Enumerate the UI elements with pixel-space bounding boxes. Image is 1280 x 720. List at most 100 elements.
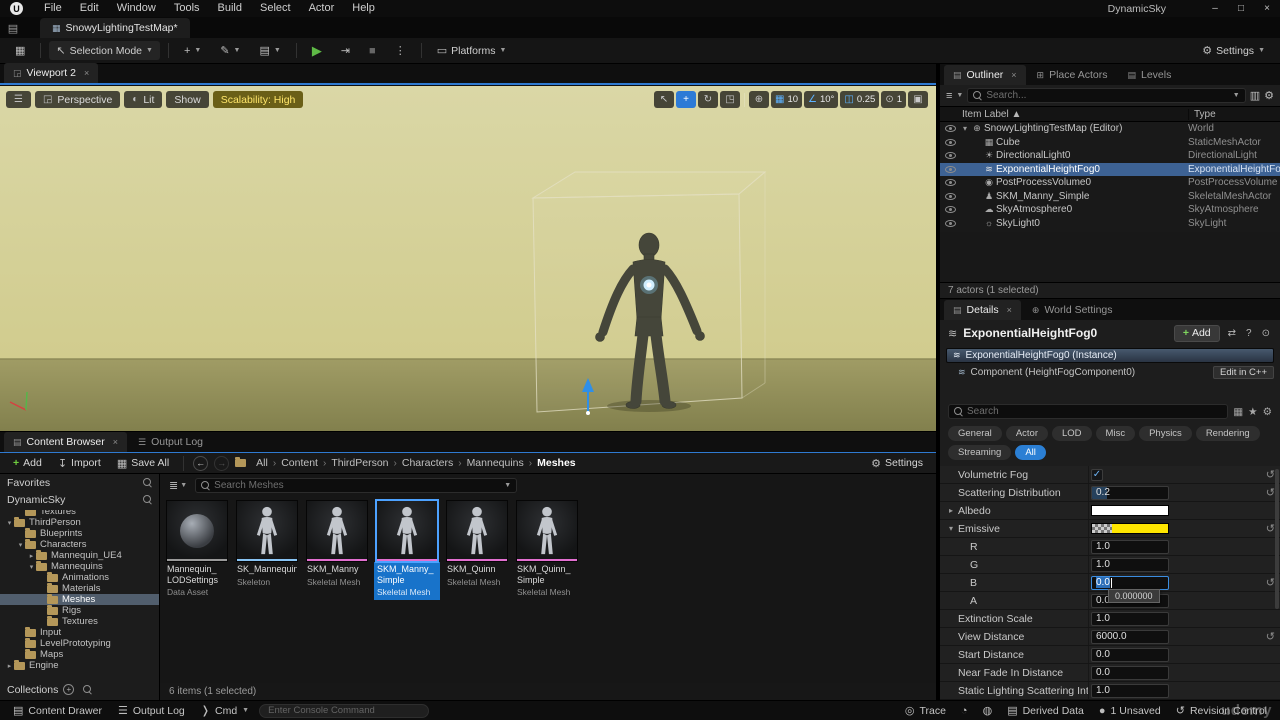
asset-card[interactable]: SKM_Manny_SimpleSkeletal Mesh	[374, 500, 440, 600]
world-local-toggle[interactable]: ⊕	[749, 91, 769, 108]
output-log-button[interactable]: ☰Output Log	[112, 703, 191, 719]
outliner-row[interactable]: ♟SKM_Manny_SimpleSkeletalMeshActor	[940, 190, 1280, 204]
breadcrumb-item[interactable]: Meshes	[537, 457, 576, 469]
number-field[interactable]: 1.0	[1091, 558, 1169, 572]
cmd-dropdown[interactable]: ❭Cmd▼	[195, 703, 255, 719]
grid-snap-toggle[interactable]: ▦10	[771, 91, 802, 108]
expander-icon[interactable]: ▾	[960, 124, 970, 133]
expander-icon[interactable]: ▸	[946, 506, 956, 515]
gear-icon[interactable]: ⚙	[1264, 89, 1274, 102]
reset-to-default-icon[interactable]: ↺	[1266, 522, 1275, 535]
visibility-eye-icon[interactable]	[945, 125, 956, 132]
visibility-eye-icon[interactable]	[945, 206, 956, 213]
item-label-column-header[interactable]: Item Label ▲	[962, 109, 1021, 120]
console-command-field[interactable]	[259, 704, 429, 718]
filter-icon[interactable]: ≡	[946, 90, 952, 102]
folder-tree-item[interactable]: ▾Mannequins	[0, 561, 159, 572]
select-tool-button[interactable]: ↖	[654, 91, 674, 108]
scalability-warning-button[interactable]: Scalability: High	[213, 91, 304, 108]
outliner-row[interactable]: ▾⊕SnowyLightingTestMap (Editor)World	[940, 122, 1280, 136]
editor-layout-icon[interactable]: ▤	[0, 18, 26, 38]
rotation-snap-value[interactable]: 10°	[820, 94, 834, 105]
scale-snap-value[interactable]: 0.25	[857, 94, 876, 105]
reset-to-default-icon[interactable]: ↺	[1266, 468, 1275, 481]
play-options-button[interactable]: ⋮	[388, 41, 413, 60]
panel-divider[interactable]	[936, 64, 938, 700]
number-field[interactable]: 1.0	[1091, 612, 1169, 626]
outliner-search[interactable]: ▼	[967, 88, 1245, 103]
expander-icon[interactable]: ▾	[27, 563, 36, 571]
tab-outliner[interactable]: ▤Outliner×	[944, 65, 1026, 85]
folder-tree-item[interactable]: Textures	[0, 510, 159, 517]
reset-to-default-icon[interactable]: ↺	[1266, 486, 1275, 499]
tab-place-actors[interactable]: ⊞Place Actors	[1028, 65, 1117, 85]
favorites-star-icon[interactable]: ★	[1248, 406, 1257, 418]
add-component-button[interactable]: +Add	[1174, 325, 1220, 342]
color-swatch[interactable]	[1091, 505, 1169, 516]
grid-snap-value[interactable]: 10	[787, 94, 798, 105]
category-filter-misc[interactable]: Misc	[1096, 426, 1136, 441]
tab-world-settings[interactable]: ⊕World Settings	[1023, 300, 1122, 320]
import-button[interactable]: ↧Import	[53, 455, 106, 472]
add-asset-button[interactable]: +Add	[8, 455, 47, 472]
grid-view-icon[interactable]: ▦	[1233, 406, 1243, 418]
expander-icon[interactable]: ▾	[16, 541, 25, 549]
category-filter-actor[interactable]: Actor	[1006, 426, 1048, 441]
content-browser-settings-button[interactable]: ⚙Settings	[866, 455, 928, 472]
folder-tree-item[interactable]: ▾ThirdPerson	[0, 517, 159, 528]
folder-tree-item[interactable]: Textures	[0, 616, 159, 627]
visibility-eye-icon[interactable]	[945, 193, 956, 200]
minimize-button[interactable]: –	[1202, 0, 1228, 17]
view-mode-dropdown[interactable]: ◐Lit	[124, 91, 162, 108]
category-filter-streaming[interactable]: Streaming	[948, 445, 1011, 460]
number-field[interactable]: 0.2	[1091, 486, 1169, 500]
breadcrumb-item[interactable]: Content	[281, 457, 318, 469]
view-options-icon[interactable]: ▥	[1250, 89, 1260, 102]
expander-icon[interactable]: ▾	[5, 519, 14, 527]
asset-card[interactable]: SK_MannequinSkeleton	[234, 500, 300, 590]
category-filter-physics[interactable]: Physics	[1139, 426, 1192, 441]
outliner-row[interactable]: ▦CubeStaticMeshActor	[940, 136, 1280, 150]
outliner-row[interactable]: ◉PostProcessVolume0PostProcessVolume	[940, 176, 1280, 190]
reset-to-default-icon[interactable]: ↺	[1266, 576, 1275, 589]
lock-icon[interactable]: ⊙	[1260, 328, 1272, 339]
settings-dropdown[interactable]: ⚙ Settings ▼	[1195, 41, 1272, 60]
number-field-editing[interactable]: 0.0	[1091, 576, 1169, 590]
save-button[interactable]: ▦	[8, 41, 32, 60]
derived-data-button[interactable]: ▤Derived Data	[1001, 703, 1090, 719]
filters-button[interactable]: ≣▼	[166, 479, 190, 492]
camera-speed-button[interactable]: ⊙1	[881, 91, 906, 108]
asset-search[interactable]: ▼	[195, 478, 517, 493]
show-dropdown[interactable]: Show	[166, 91, 208, 108]
outliner-row[interactable]: ☁SkyAtmosphere0SkyAtmosphere	[940, 203, 1280, 217]
skip-button[interactable]: ⇥	[334, 41, 357, 60]
menu-help[interactable]: Help	[343, 0, 384, 17]
swap-icon[interactable]: ⇄	[1226, 328, 1238, 339]
type-column-header[interactable]: Type	[1188, 109, 1280, 120]
console-command-input[interactable]	[268, 705, 420, 716]
platforms-dropdown[interactable]: ▭ Platforms ▼	[430, 41, 514, 60]
project-root-section[interactable]: DynamicSky	[0, 491, 159, 508]
folder-tree-item[interactable]: ▸Mannequin_UE4	[0, 550, 159, 561]
folder-tree-item[interactable]: Blueprints	[0, 528, 159, 539]
tab-levels[interactable]: ▤Levels	[1118, 65, 1180, 85]
number-field[interactable]: 1.0	[1091, 684, 1169, 698]
menu-tools[interactable]: Tools	[165, 0, 209, 17]
search-icon[interactable]	[143, 478, 152, 487]
asset-card[interactable]: SKM_QuinnSkeletal Mesh	[444, 500, 510, 590]
search-icon[interactable]	[83, 685, 92, 694]
search-icon[interactable]	[143, 495, 152, 504]
move-tool-button[interactable]: +	[676, 91, 696, 108]
reset-to-default-icon[interactable]: ↺	[1266, 630, 1275, 643]
tab-details[interactable]: ▤Details×	[944, 300, 1021, 320]
folder-tree-item[interactable]: ▾Characters	[0, 539, 159, 550]
back-button[interactable]: ←	[193, 456, 208, 471]
breadcrumb-item[interactable]: All	[256, 457, 268, 469]
insights-button[interactable]: ◔	[955, 703, 974, 719]
gear-icon[interactable]: ⚙	[1263, 406, 1272, 418]
content-drawer-button[interactable]: ▤Content Drawer	[7, 703, 108, 719]
folder-tree-item[interactable]: Meshes	[0, 594, 159, 605]
menu-file[interactable]: File	[35, 0, 71, 17]
close-icon[interactable]: ×	[1007, 305, 1012, 315]
breadcrumb-item[interactable]: Characters	[402, 457, 453, 469]
